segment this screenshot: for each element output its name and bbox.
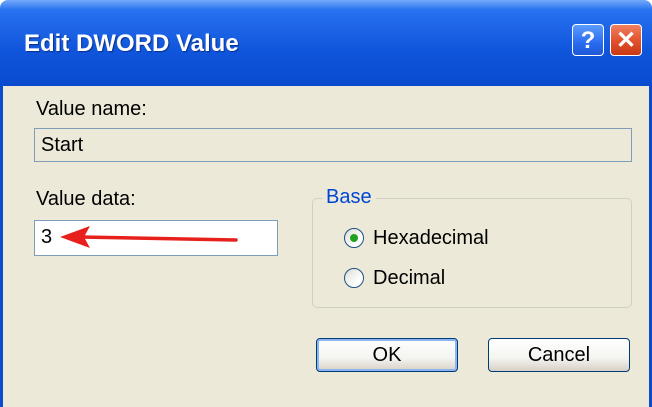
left-arrow-icon — [60, 226, 238, 248]
cancel-button[interactable]: Cancel — [488, 338, 630, 372]
close-button[interactable]: ✕ — [610, 24, 642, 56]
hexadecimal-label[interactable]: Hexadecimal — [373, 227, 489, 250]
radio-selected-dot — [350, 234, 358, 242]
base-groupbox — [312, 198, 632, 308]
close-icon: ✕ — [615, 27, 637, 54]
value-name-label: Value name: — [36, 98, 147, 120]
hexadecimal-radio[interactable] — [344, 228, 364, 248]
title-bar[interactable]: Edit DWORD Value ? ✕ — [0, 0, 652, 86]
ok-button[interactable]: OK — [316, 338, 458, 372]
decimal-radio[interactable] — [344, 268, 364, 288]
help-icon: ? — [580, 27, 596, 54]
value-data-label: Value data: — [36, 188, 136, 210]
decimal-label[interactable]: Decimal — [373, 267, 445, 290]
value-name-field: Start — [34, 128, 632, 162]
title-bar-highlight — [0, 0, 652, 10]
base-group-title: Base — [322, 186, 376, 209]
dialog-title: Edit DWORD Value — [24, 30, 239, 57]
help-button[interactable]: ? — [572, 24, 604, 56]
edit-dword-dialog: Edit DWORD Value ? ✕ Value name: Start V… — [0, 0, 652, 407]
